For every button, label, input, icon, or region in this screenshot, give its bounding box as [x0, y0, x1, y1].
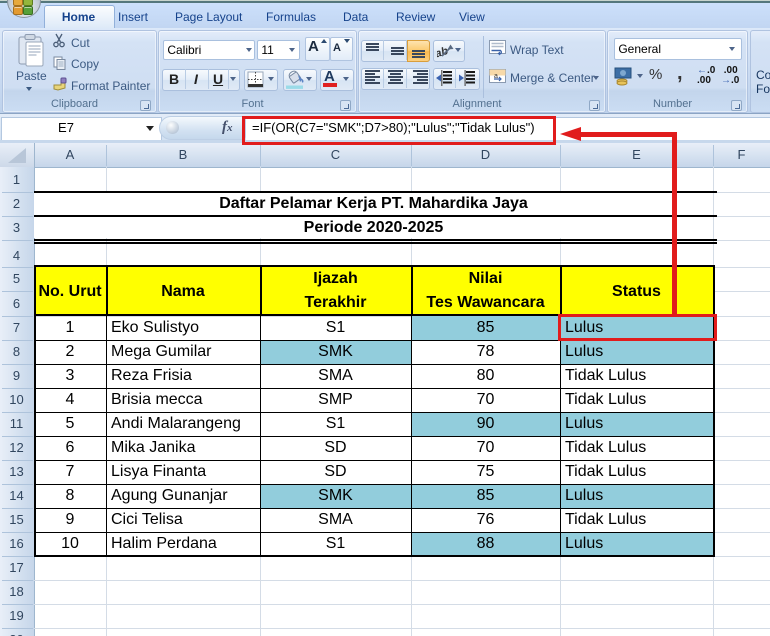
svg-text:ab: ab	[437, 45, 450, 58]
svg-text:a: a	[494, 73, 498, 80]
